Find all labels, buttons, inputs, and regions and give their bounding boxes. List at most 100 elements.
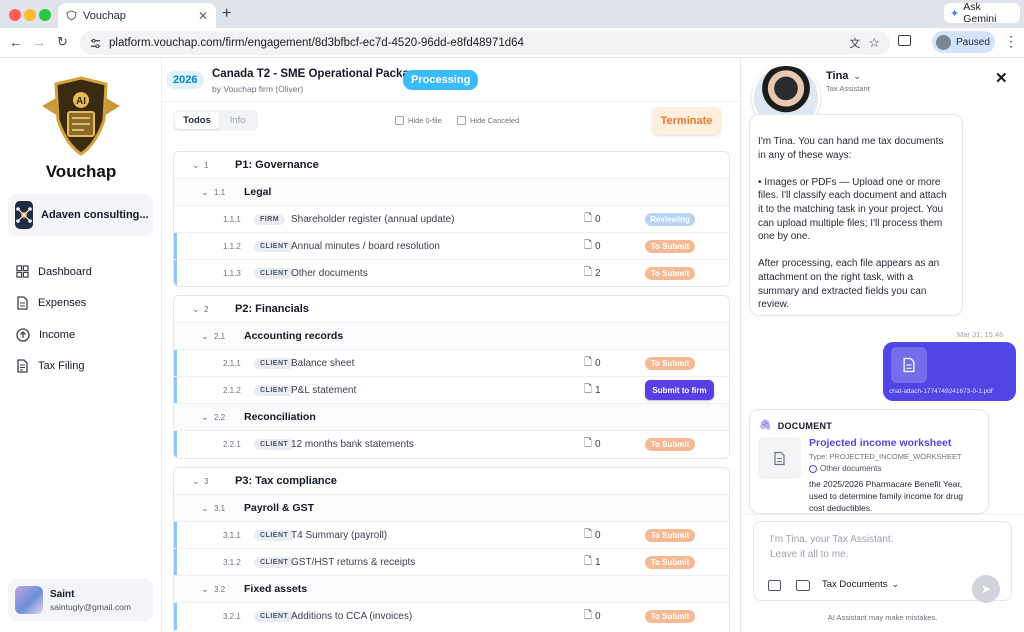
task-row[interactable]: 3.1.1 CLIENT T4 Summary (payroll) 🗋 0 To … (174, 522, 729, 549)
doc-type-select[interactable]: Tax Documents ⌄ (822, 579, 899, 590)
attachment-count[interactable]: 🗋 0 (584, 527, 601, 544)
image-upload-icon[interactable] (768, 580, 781, 591)
assistant-name: Tina (826, 70, 849, 82)
maximize-window-button[interactable] (39, 9, 51, 21)
file-count: 1 (595, 384, 601, 396)
ask-gemini-button[interactable]: ✦ Ask Gemini (944, 1, 1020, 25)
chevron-down-icon[interactable]: ⌄ (201, 584, 209, 595)
user-card[interactable]: Saint saintugly@gmail.com (8, 579, 153, 621)
task-row[interactable]: 1.1.2 CLIENT Annual minutes / board reso… (174, 233, 729, 260)
subsection-row[interactable]: ⌄ 3.1 Payroll & GST (174, 495, 729, 522)
assistant-name-dropdown[interactable]: Tina ⌄ (826, 70, 861, 82)
task-row[interactable]: 1.1.1 FIRM Shareholder register (annual … (174, 206, 729, 233)
hide-0-file-checkbox[interactable]: Hide 0-file (395, 116, 442, 125)
site-settings-icon[interactable] (90, 38, 101, 49)
attachment-count[interactable]: 🗋 1 (584, 382, 601, 399)
hide-canceled-checkbox[interactable]: Hide Canceled (457, 116, 519, 125)
task-row[interactable]: 2.1.2 CLIENT P&L statement 🗋 1 Submit to … (174, 377, 729, 404)
task-row[interactable]: 2.1.1 CLIENT Balance sheet 🗋 0 To Submit (174, 350, 729, 377)
subsection-title: Payroll & GST (244, 502, 315, 514)
file-icon: 🗋 (584, 239, 593, 251)
subsection-row[interactable]: ⌄ 2.1 Accounting records (174, 323, 729, 350)
chevron-down-icon[interactable]: ⌄ (201, 331, 209, 342)
task-status-badge: To Submit (645, 528, 695, 542)
attachment-count[interactable]: 🗋 0 (584, 211, 601, 228)
chevron-down-icon[interactable]: ⌄ (192, 304, 200, 315)
bookmark-star-icon[interactable]: ☆ (868, 35, 880, 51)
attachment-count[interactable]: 🗋 0 (584, 355, 601, 372)
profile-button[interactable]: Paused (932, 31, 995, 53)
subsection-title: Reconciliation (244, 411, 316, 423)
attachment-filename: chat-attach-1774749241673-0-1.pdf (889, 388, 993, 395)
task-owner-tag: CLIENT (254, 384, 295, 396)
checkbox-box[interactable] (457, 116, 466, 125)
terminate-button[interactable]: Terminate (652, 107, 721, 135)
attachment-count[interactable]: 🗋 1 (584, 554, 601, 571)
document-card[interactable]: 🖇 DOCUMENT Projected income worksheet Ty… (749, 409, 989, 514)
nav-tax-filing[interactable]: Tax Filing (16, 359, 84, 373)
chat-input[interactable]: I'm Tina, your Tax Assistant. Leave it a… (770, 532, 893, 562)
org-switcher[interactable]: Adaven consulting... (8, 194, 153, 236)
browser-menu-icon[interactable]: ⋮ (1004, 33, 1018, 50)
subsection-row[interactable]: ⌄ 2.2 Reconciliation (174, 404, 729, 431)
nav-dashboard[interactable]: Dashboard (16, 265, 92, 278)
new-tab-icon[interactable]: + (222, 5, 231, 23)
task-name: T4 Summary (payroll) (291, 529, 388, 541)
checkbox-box[interactable] (395, 116, 404, 125)
task-owner-tag: CLIENT (254, 529, 295, 541)
minimize-window-button[interactable] (24, 9, 36, 21)
folder-icon[interactable] (796, 580, 810, 591)
attachment-count[interactable]: 🗋 0 (584, 436, 601, 453)
chevron-down-icon[interactable]: ⌄ (192, 476, 200, 487)
user-attachment-message[interactable]: chat-attach-1774749241673-0-1.pdf (883, 342, 1016, 401)
subsection-row[interactable]: ⌄ 1.1 Legal (174, 179, 729, 206)
nav-income[interactable]: Income (16, 328, 75, 342)
user-avatar (15, 586, 43, 614)
doc-title-link[interactable]: Projected income worksheet (809, 437, 951, 449)
browser-tab[interactable]: Vouchap ✕ (58, 3, 216, 28)
section-header-row[interactable]: ⌄ 2 P2: Financials (174, 296, 729, 323)
section-number: 2 (204, 304, 209, 314)
close-tab-icon[interactable]: ✕ (198, 9, 208, 23)
file-count: 1 (595, 556, 601, 568)
assistant-role: Tax Assistant (826, 84, 870, 93)
task-name: Other documents (291, 268, 368, 279)
message-timestamp: Mar 31, 15:46 (957, 330, 1004, 339)
subsection-row[interactable]: ⌄ 3.2 Fixed assets (174, 576, 729, 603)
back-icon[interactable]: ← (9, 34, 23, 50)
close-panel-icon[interactable]: ✕ (995, 69, 1008, 87)
forward-icon[interactable]: → (32, 34, 46, 50)
file-icon: 🗋 (584, 438, 593, 449)
nav-expenses[interactable]: Expenses (16, 296, 86, 310)
task-row[interactable]: 1.1.3 CLIENT Other documents 🗋 2 To Submi… (174, 260, 729, 286)
message-line: • Images or PDFs — Upload one or more (758, 176, 941, 188)
reload-icon[interactable]: ↻ (57, 34, 68, 50)
vouchap-logo[interactable]: AI (36, 76, 126, 170)
address-bar[interactable]: platform.vouchap.com/firm/engagement/8d3… (80, 31, 890, 55)
file-text-icon (774, 451, 785, 465)
task-owner-tag: CLIENT (254, 439, 295, 450)
sidepanel-icon[interactable] (898, 35, 911, 46)
attachment-count[interactable]: 🗋 0 (584, 238, 601, 255)
translate-icon[interactable]: 文 (849, 35, 860, 51)
tab-info[interactable]: Info (219, 115, 256, 126)
task-status-badge: To Submit (645, 438, 695, 451)
send-button[interactable]: ➤ (972, 575, 1000, 603)
paperclip-icon: 🖇 (759, 420, 772, 431)
task-row[interactable]: 3.2.1 CLIENT Additions to CCA (invoices)… (174, 603, 729, 630)
attachment-count[interactable]: 🗋 2 (584, 265, 601, 282)
chevron-down-icon[interactable]: ⌄ (192, 160, 200, 171)
composer-box[interactable]: I'm Tina, your Tax Assistant. Leave it a… (753, 521, 1012, 603)
task-row[interactable]: 3.1.2 CLIENT GST/HST returns & receipts … (174, 549, 729, 576)
svg-text:AI: AI (76, 96, 86, 107)
section-header-row[interactable]: ⌄ 3 P3: Tax compliance (174, 468, 729, 495)
chevron-down-icon[interactable]: ⌄ (201, 187, 209, 198)
attachment-count[interactable]: 🗋 0 (584, 608, 601, 625)
chevron-down-icon[interactable]: ⌄ (201, 503, 209, 514)
task-row[interactable]: 2.2.1 CLIENT 12 months bank statements 🗋… (174, 431, 729, 458)
submit-to-firm-button[interactable]: Submit to firm (645, 380, 714, 400)
tab-todos[interactable]: Todos (175, 112, 219, 129)
close-window-button[interactable] (9, 9, 21, 21)
chevron-down-icon[interactable]: ⌄ (201, 412, 209, 423)
section-header-row[interactable]: ⌄ 1 P1: Governance (174, 152, 729, 179)
